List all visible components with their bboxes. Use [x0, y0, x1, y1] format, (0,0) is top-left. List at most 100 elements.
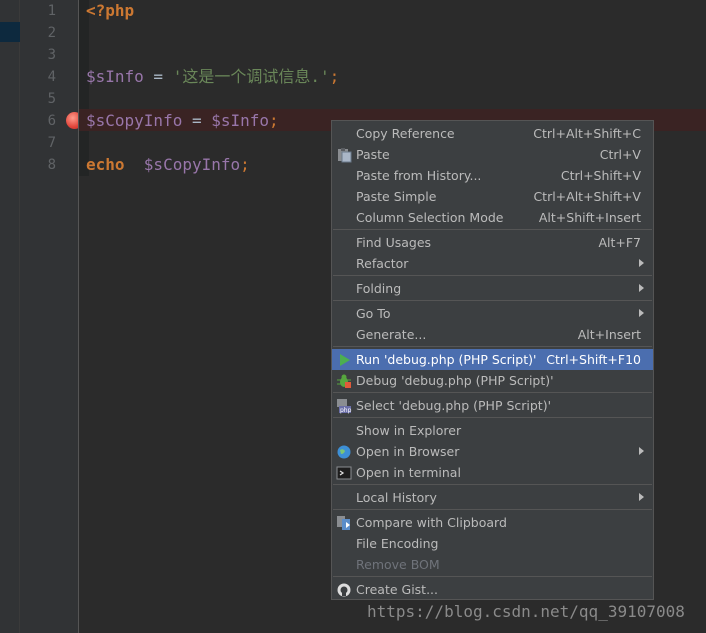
menu-item-refactor[interactable]: Refactor: [332, 253, 653, 274]
menu-item-label: Paste from History...: [356, 168, 482, 183]
menu-item-open-in-browser[interactable]: Open in Browser: [332, 441, 653, 462]
menu-item-paste-from-history[interactable]: Paste from History... Ctrl+Shift+V: [332, 165, 653, 186]
menu-item-label: Refactor: [356, 256, 409, 271]
menu-separator: [333, 229, 652, 230]
menu-item-create-gist[interactable]: Create Gist...: [332, 579, 653, 600]
svg-text:php: php: [340, 407, 352, 414]
menu-item-file-encoding[interactable]: File Encoding: [332, 533, 653, 554]
menu-item-open-in-terminal[interactable]: Open in terminal: [332, 462, 653, 483]
globe-icon: [336, 444, 352, 460]
menu-item-shortcut: Alt+Shift+Insert: [538, 210, 641, 225]
submenu-arrow-icon: [639, 284, 644, 292]
menu-item-shortcut: Ctrl+Shift+V: [560, 168, 641, 183]
menu-item-shortcut: Alt+Insert: [577, 327, 641, 342]
menu-item-label: Find Usages: [356, 235, 432, 250]
menu-item-shortcut: Alt+F7: [598, 235, 641, 250]
menu-separator: [333, 509, 652, 510]
menu-item-remove-bom: Remove BOM: [332, 554, 653, 575]
menu-item-shortcut: Ctrl+Alt+Shift+V: [533, 189, 641, 204]
echo-keyword: echo: [86, 155, 125, 174]
menu-item-label: Go To: [356, 306, 391, 321]
code-fold-region: [79, 0, 89, 176]
watermark: https://blog.csdn.net/qq_39107008: [367, 602, 685, 621]
code-line-4: $sInfo = '这是一个调试信息.';: [86, 66, 339, 88]
menu-item-label: Select 'debug.php (PHP Script)': [356, 398, 552, 413]
menu-separator: [333, 392, 652, 393]
menu-item-label: Show in Explorer: [356, 423, 462, 438]
menu-item-label: Open in terminal: [356, 465, 461, 480]
menu-item-label: Column Selection Mode: [356, 210, 504, 225]
menu-item-label: Open in Browser: [356, 444, 460, 459]
variable: $sInfo: [86, 67, 144, 86]
context-menu: Copy Reference Ctrl+Alt+Shift+C Paste Ctrl…: [331, 120, 654, 600]
submenu-arrow-icon: [639, 259, 644, 267]
menu-item-copy-reference[interactable]: Copy Reference Ctrl+Alt+Shift+C: [332, 123, 653, 144]
menu-separator: [333, 275, 652, 276]
terminal-icon: [336, 465, 352, 481]
menu-item-label: Compare with Clipboard: [356, 515, 507, 530]
menu-item-label: Folding: [356, 281, 402, 296]
menu-separator: [333, 484, 652, 485]
menu-item-paste-simple[interactable]: Paste Simple Ctrl+Alt+Shift+V: [332, 186, 653, 207]
line-gutter: 1 2 3 4 5 6 7 8: [20, 0, 83, 633]
menu-item-compare-with-clipboard[interactable]: Compare with Clipboard: [332, 512, 653, 533]
submenu-arrow-icon: [639, 493, 644, 501]
line-number: 7: [47, 135, 56, 151]
variable: $sCopyInfo: [143, 155, 241, 174]
submenu-arrow-icon: [639, 309, 644, 317]
menu-item-label: Create Gist...: [356, 582, 439, 597]
menu-item-label: Debug 'debug.php (PHP Script)': [356, 373, 554, 388]
code-line-8: echo $sCopyInfo;: [86, 154, 250, 176]
menu-item-shortcut: Ctrl+Shift+F10: [546, 352, 641, 367]
menu-separator: [333, 576, 652, 577]
code-line-6: $sCopyInfo = $sInfo;: [86, 110, 279, 132]
menu-item-label: File Encoding: [356, 536, 439, 551]
line-number: 4: [47, 69, 56, 85]
variable: $sInfo: [211, 111, 270, 130]
menu-item-column-selection-mode[interactable]: Column Selection Mode Alt+Shift+Insert: [332, 207, 653, 228]
run-icon: [336, 352, 352, 368]
compare-icon: [336, 515, 352, 531]
menu-item-paste[interactable]: Paste Ctrl+V: [332, 144, 653, 165]
line-number: 5: [47, 91, 56, 107]
debug-icon: [336, 373, 352, 389]
menu-item-generate[interactable]: Generate... Alt+Insert: [332, 324, 653, 345]
paste-icon: [336, 147, 352, 163]
menu-item-folding[interactable]: Folding: [332, 278, 653, 299]
menu-item-label: Paste Simple: [356, 189, 437, 204]
code-line-1: <?php: [86, 0, 134, 22]
submenu-arrow-icon: [639, 447, 644, 455]
php-script-icon: php: [336, 398, 352, 414]
github-icon: [336, 582, 352, 598]
left-tool-strip: [0, 0, 20, 633]
line-number: 2: [47, 25, 56, 41]
menu-separator: [333, 417, 652, 418]
menu-item-find-usages[interactable]: Find Usages Alt+F7: [332, 232, 653, 253]
semicolon: ;: [240, 155, 250, 174]
tool-strip-marker: [0, 22, 20, 42]
menu-item-label: Generate...: [356, 327, 427, 342]
menu-item-show-in-explorer[interactable]: Show in Explorer: [332, 420, 653, 441]
line-number: 3: [47, 47, 56, 63]
menu-item-local-history[interactable]: Local History: [332, 487, 653, 508]
menu-item-label: Local History: [356, 490, 437, 505]
operator: =: [182, 111, 212, 130]
semicolon: ;: [329, 67, 340, 86]
line-number: 1: [47, 3, 56, 19]
menu-item-label: Paste: [356, 147, 390, 162]
menu-item-shortcut: Ctrl+V: [599, 147, 641, 162]
menu-item-debug-debug-php[interactable]: Debug 'debug.php (PHP Script)': [332, 370, 653, 391]
menu-item-select-debug-php[interactable]: php Select 'debug.php (PHP Script)': [332, 395, 653, 416]
menu-item-shortcut: Ctrl+Alt+Shift+C: [533, 126, 641, 141]
menu-item-label: Run 'debug.php (PHP Script)': [356, 352, 537, 367]
semicolon: ;: [269, 111, 279, 130]
menu-separator: [333, 346, 652, 347]
variable: $sCopyInfo: [86, 111, 183, 130]
menu-item-run-debug-php[interactable]: Run 'debug.php (PHP Script)' Ctrl+Shift+F…: [332, 349, 653, 370]
menu-separator: [333, 300, 652, 301]
line-number: 8: [47, 157, 56, 173]
string-literal: '这是一个调试信息.': [172, 67, 330, 86]
line-number: 6: [47, 113, 56, 129]
menu-item-go-to[interactable]: Go To: [332, 303, 653, 324]
